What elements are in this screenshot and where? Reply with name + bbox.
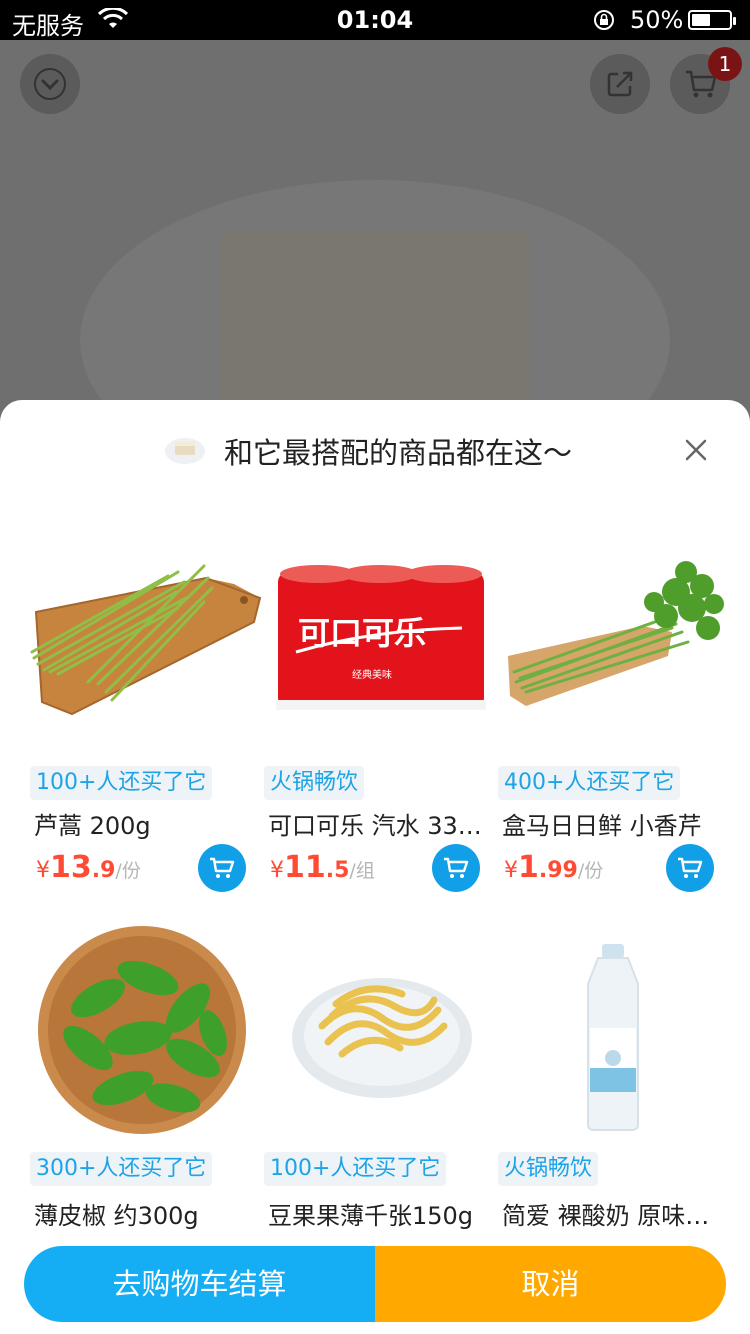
cart-icon	[444, 857, 469, 878]
status-bar: 无服务 01:04 50%	[0, 0, 750, 40]
product-card[interactable]: 100+人还买了它 芦蒿 200g ¥13.9/份	[28, 532, 262, 892]
product-price: ¥1.99/份	[504, 850, 604, 885]
cart-icon	[678, 857, 703, 878]
product-image-tofu-skin	[292, 978, 472, 1098]
share-icon	[607, 71, 633, 97]
product-image-yogurt	[587, 944, 639, 1131]
product-tag: 火锅畅饮	[498, 1152, 599, 1186]
product-tag: 300+人还买了它	[30, 1152, 213, 1186]
sheet-title: 和它最搭配的商品都在这～	[224, 436, 573, 470]
product-price: ¥13.9/份	[36, 850, 141, 885]
battery-icon	[688, 10, 736, 30]
sheet-header: 和它最搭配的商品都在这～	[0, 428, 750, 472]
coke-sub-text: 经典美味	[352, 668, 392, 681]
product-card[interactable]: 300+人还买了它 薄皮椒 约300g	[28, 918, 262, 1234]
product-name: 盒马日日鲜 小香芹	[502, 812, 702, 840]
share-button[interactable]	[590, 54, 650, 114]
product-tag: 火锅畅饮	[264, 766, 365, 800]
product-name: 可口可乐 汽水 330ml*6	[268, 812, 490, 840]
cart-icon	[210, 857, 235, 878]
product-tag: 100+人还买了它	[264, 1152, 447, 1186]
add-to-cart-button[interactable]	[666, 844, 714, 892]
product-name: 薄皮椒 约300g	[34, 1202, 199, 1230]
tofu-thumbnail	[165, 438, 205, 464]
product-image-celery	[508, 561, 724, 706]
product-card[interactable]: 可口可乐 经典美味 火锅畅饮 可口可乐 汽水 330ml*6 ¥11.5/组	[262, 532, 496, 892]
product-card[interactable]: 400+人还买了它 盒马日日鲜 小香芹 ¥1.99/份	[496, 532, 730, 892]
chevron-down-icon	[34, 68, 66, 100]
rotation-lock-icon	[594, 10, 614, 30]
battery-percent: 50%	[630, 6, 684, 34]
checkout-button[interactable]: 去购物车结算	[24, 1246, 375, 1322]
product-name: 简爱 裸酸奶 原味酸奶	[502, 1202, 724, 1230]
product-name: 芦蒿 200g	[34, 812, 151, 840]
product-price: ¥11.5/组	[270, 850, 375, 885]
cancel-button[interactable]: 取消	[375, 1246, 726, 1322]
cart-count-badge: 1	[708, 47, 742, 81]
product-card[interactable]: 100+人还买了它 豆果果薄千张150g	[262, 918, 496, 1234]
add-to-cart-button[interactable]	[432, 844, 480, 892]
product-tag: 400+人还买了它	[498, 766, 681, 800]
action-bar: 去购物车结算 取消	[24, 1246, 726, 1322]
product-name: 豆果果薄千张150g	[268, 1202, 474, 1230]
close-icon[interactable]	[684, 438, 708, 462]
product-tag: 100+人还买了它	[30, 766, 213, 800]
add-to-cart-button[interactable]	[198, 844, 246, 892]
product-image-coke: 可口可乐 经典美味	[276, 565, 486, 710]
product-image-luhao	[30, 564, 262, 716]
product-image-peppers	[38, 926, 246, 1134]
back-button[interactable]	[20, 54, 80, 114]
product-card[interactable]: 火锅畅饮 简爱 裸酸奶 原味酸奶	[496, 918, 730, 1234]
recommendation-sheet: 和它最搭配的商品都在这～ 100+人还买了它 芦蒿 200g ¥13.9/份 可…	[0, 400, 750, 1334]
